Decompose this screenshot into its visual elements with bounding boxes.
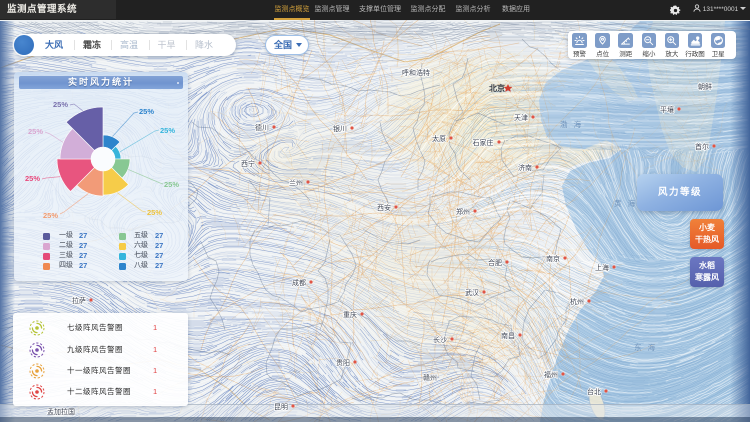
svg-text:武汉: 武汉: [465, 288, 479, 297]
svg-text:重庆: 重庆: [343, 310, 357, 319]
svg-text:福州: 福州: [544, 370, 558, 379]
svg-text:德川: 德川: [255, 123, 269, 132]
svg-text:成都: 成都: [292, 278, 306, 287]
svg-text:天津: 天津: [514, 114, 528, 122]
svg-text:合肥: 合肥: [488, 258, 502, 267]
svg-text:黄 海: 黄 海: [614, 198, 637, 208]
svg-text:昆明: 昆明: [274, 403, 288, 411]
svg-text:济南: 济南: [518, 163, 532, 172]
svg-text:杭州: 杭州: [570, 297, 584, 306]
svg-text:石家庄: 石家庄: [473, 138, 494, 147]
svg-text:朝鲜: 朝鲜: [698, 82, 712, 91]
svg-text:25%: 25%: [25, 174, 40, 183]
svg-text:平壤: 平壤: [660, 105, 674, 114]
svg-text:南昌: 南昌: [501, 331, 515, 340]
svg-text:西宁: 西宁: [241, 159, 255, 168]
svg-text:孟加拉国: 孟加拉国: [47, 407, 75, 416]
svg-text:贵阳: 贵阳: [336, 358, 350, 367]
svg-text:南京: 南京: [546, 254, 560, 263]
svg-text:首尔: 首尔: [695, 142, 709, 151]
svg-text:赣州: 赣州: [423, 373, 437, 382]
svg-text:北京: 北京: [489, 83, 505, 93]
svg-text:太原: 太原: [432, 134, 446, 143]
svg-text:25%: 25%: [160, 126, 175, 135]
svg-text:拉萨: 拉萨: [72, 296, 86, 305]
svg-text:呼和浩特: 呼和浩特: [402, 68, 430, 77]
svg-text:东 海: 东 海: [634, 342, 657, 352]
svg-text:银川: 银川: [333, 124, 347, 133]
svg-text:25%: 25%: [53, 100, 68, 109]
svg-text:长沙: 长沙: [433, 335, 447, 344]
svg-text:25%: 25%: [164, 180, 179, 189]
svg-text:兰州: 兰州: [289, 178, 303, 187]
svg-text:上海: 上海: [595, 263, 609, 272]
svg-text:郑州: 郑州: [456, 208, 470, 216]
svg-text:25%: 25%: [43, 211, 58, 220]
svg-text:25%: 25%: [139, 107, 154, 116]
svg-text:渤 海: 渤 海: [560, 119, 583, 129]
svg-text:25%: 25%: [28, 127, 43, 136]
svg-text:25%: 25%: [147, 208, 162, 217]
svg-text:西安: 西安: [377, 203, 391, 212]
svg-text:台北: 台北: [587, 387, 601, 396]
